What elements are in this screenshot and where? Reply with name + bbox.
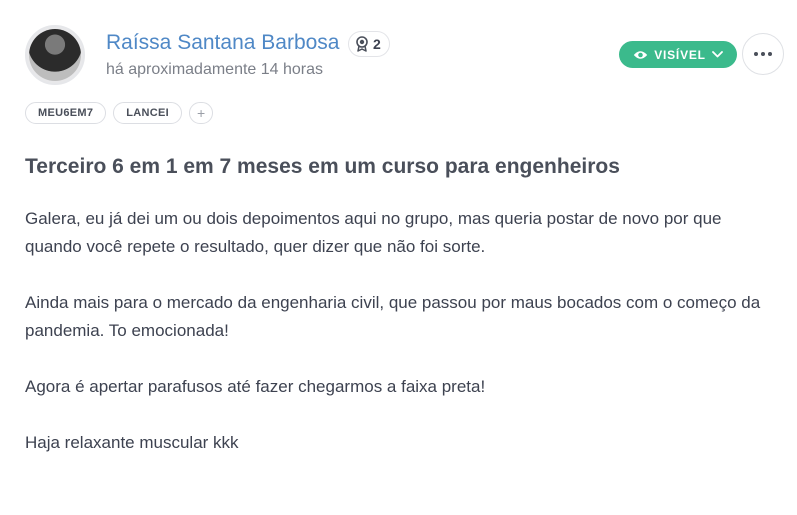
avatar-photo [29,29,81,81]
chevron-down-icon [711,51,723,58]
visibility-label: VISÍVEL [654,47,706,62]
post-body: Galera, eu já dei um ou dois depoimentos… [25,205,775,485]
badge-count: 2 [373,36,381,52]
post-timestamp[interactable]: há aproximadamente 14 horas [106,61,323,79]
author-name[interactable]: Raíssa Santana Barbosa [106,31,339,55]
post-title: Terceiro 6 em 1 em 7 meses em um curso p… [25,155,620,178]
avatar[interactable] [25,25,85,85]
tag-lancei[interactable]: LANCEI [113,102,183,124]
more-horizontal-icon [761,52,765,56]
post-paragraph: Haja relaxante muscular kkk [25,433,239,452]
more-horizontal-icon [768,52,772,56]
post-paragraph: Agora é apertar parafusos até fazer cheg… [25,377,486,396]
eye-icon [633,50,648,59]
tag-meu6em7[interactable]: MEU6EM7 [25,102,107,124]
more-horizontal-icon [754,52,758,56]
add-tag-button[interactable]: + [189,102,214,124]
medal-icon [356,36,368,52]
post-paragraph: Galera, eu já dei um ou dois depoimentos… [25,209,722,256]
tag-list: MEU6EM7 LANCEI + [25,102,214,124]
author-badge[interactable]: 2 [348,31,390,57]
post-card: Raíssa Santana Barbosa 2 há aproximadame… [0,0,797,515]
more-options-button[interactable] [742,33,784,75]
post-paragraph: Ainda mais para o mercado da engenharia … [25,293,761,340]
visibility-button[interactable]: VISÍVEL [619,41,737,68]
